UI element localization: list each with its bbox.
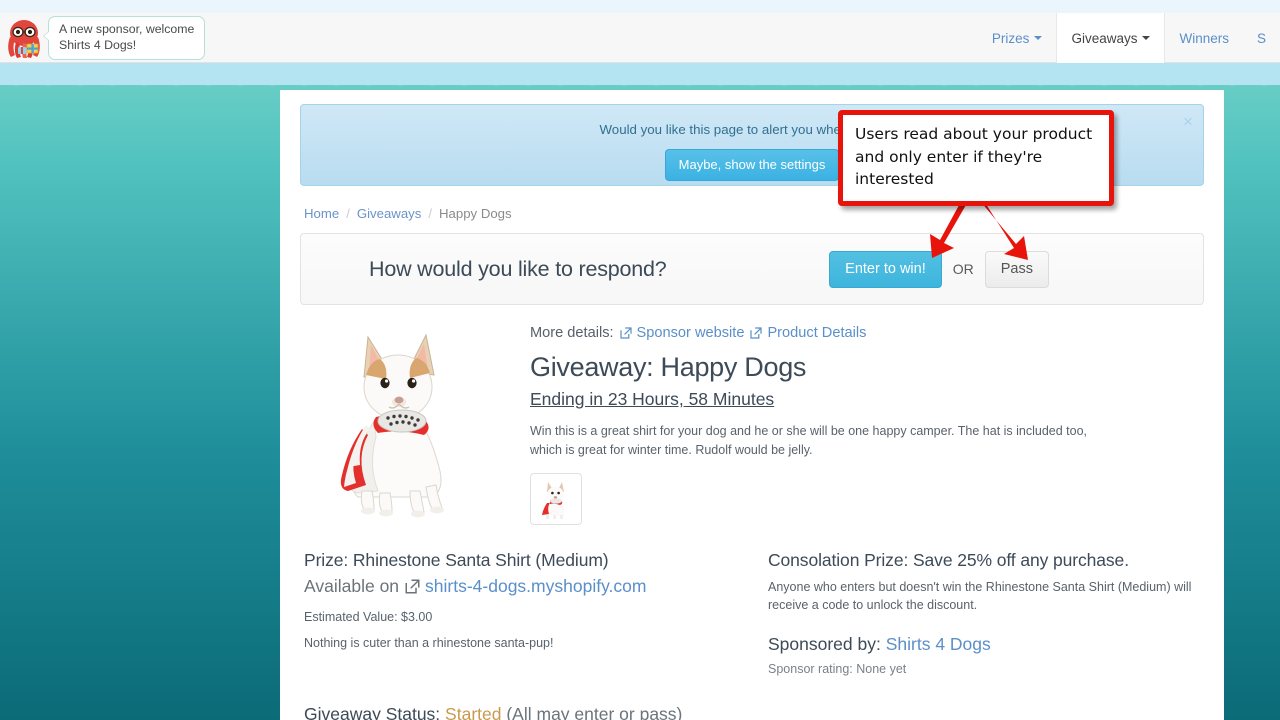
callout-arrows (930, 196, 1028, 260)
nav-item-prizes[interactable]: Prizes (978, 13, 1057, 63)
breadcrumb-item-giveaways[interactable]: Giveaways (357, 206, 422, 221)
navbar-top-strip (0, 0, 1280, 13)
brand-announcement: A new sponsor, welcome Shirts 4 Dogs! (6, 16, 206, 60)
wave-divider (0, 63, 1280, 96)
prize-availability: Available on shirts-4-dogs.myshopify.com (304, 573, 764, 600)
external-link-icon (405, 579, 420, 594)
ending-in-countdown[interactable]: Ending in 23 Hours, 58 Minutes (530, 389, 774, 410)
annotation-callout-text: Users read about your product and only e… (855, 125, 1093, 188)
breadcrumb-item-current: Happy Dogs (439, 206, 512, 221)
sponsor-rating: Sponsor rating: None yet (768, 662, 907, 676)
close-icon[interactable]: × (1183, 113, 1193, 130)
chevron-down-icon (1142, 36, 1151, 40)
giveaway-detail: More details: Sponsor website Product De… (300, 319, 1204, 526)
nav-item-partial-label: S (1256, 30, 1266, 46)
product-details-link[interactable]: Product Details (750, 325, 866, 341)
sponsor-announcement-bubble: A new sponsor, welcome Shirts 4 Dogs! (42, 16, 206, 60)
show-settings-button[interactable]: Maybe, show the settings (664, 149, 840, 181)
sponsored-by-label: Sponsored by: (768, 634, 881, 654)
product-photo-chihuahua (304, 325, 494, 521)
prize-column: Prize: Rhinestone Santa Shirt (Medium) A… (304, 548, 764, 676)
product-thumbnail-image (534, 477, 578, 521)
giveaway-status-row: Giveaway Status: Started (All may enter … (300, 676, 1204, 720)
product-thumbnail[interactable] (530, 473, 582, 525)
breadcrumb-item-home[interactable]: Home (304, 206, 339, 221)
prize-note: Nothing is cuter than a rhinestone santa… (304, 636, 554, 650)
sponsored-by-row: Sponsored by: Shirts 4 Dogs (768, 634, 1204, 655)
announcement-line-1: A new sponsor, welcome (59, 22, 195, 36)
annotation-callout: Users read about your product and only e… (838, 110, 1114, 206)
store-url-link[interactable]: shirts-4-dogs.myshopify.com (405, 573, 646, 600)
status-qualifier: (All may enter or pass) (506, 704, 683, 720)
announcement-line-2: Shirts 4 Dogs! (59, 37, 137, 52)
nav-item-giveaways-label: Giveaways (1071, 30, 1138, 46)
more-details-label: More details: (530, 325, 614, 341)
sponsor-name-link[interactable]: Shirts 4 Dogs (886, 634, 991, 654)
giveaway-image-column (300, 325, 524, 526)
prize-columns: Prize: Rhinestone Santa Shirt (Medium) A… (300, 526, 1204, 676)
nav-item-winners-label: Winners (1179, 30, 1229, 46)
top-navbar: A new sponsor, welcome Shirts 4 Dogs! Pr… (0, 0, 1280, 63)
respond-bar: How would you like to respond? Enter to … (300, 233, 1204, 305)
nav-links: Prizes Giveaways Winners S (978, 13, 1280, 63)
sponsor-website-label: Sponsor website (636, 325, 745, 341)
consolation-heading: Consolation Prize: Save 25% off any purc… (768, 550, 1129, 570)
breadcrumb-separator: / (428, 206, 433, 221)
estimated-value: Estimated Value: $3.00 (304, 610, 433, 624)
nav-item-partial[interactable]: S (1243, 13, 1280, 63)
giveaway-status-label: Giveaway Status: (304, 704, 441, 720)
giveaway-text-column: More details: Sponsor website Product De… (524, 325, 1204, 526)
giveaway-description: Win this is a great shirt for your dog a… (530, 424, 1088, 457)
nav-item-winners[interactable]: Winners (1165, 13, 1243, 63)
external-link-icon (619, 327, 632, 339)
sponsor-website-link[interactable]: Sponsor website (619, 325, 745, 341)
nav-item-prizes-label: Prizes (991, 30, 1030, 46)
available-on-label: Available on (304, 576, 400, 596)
consolation-column: Consolation Prize: Save 25% off any purc… (764, 548, 1204, 676)
octopus-mascot-icon[interactable] (6, 17, 46, 59)
respond-question: How would you like to respond? (369, 256, 667, 281)
prize-heading: Prize: Rhinestone Santa Shirt (Medium) (304, 550, 609, 570)
page-title: Giveaway: Happy Dogs (530, 352, 807, 382)
product-details-label: Product Details (767, 325, 867, 341)
more-details-row: More details: Sponsor website Product De… (530, 325, 1204, 341)
breadcrumb-separator: / (346, 206, 350, 221)
store-url-label: shirts-4-dogs.myshopify.com (425, 576, 647, 596)
chevron-down-icon (1034, 36, 1043, 40)
nav-item-giveaways[interactable]: Giveaways (1056, 13, 1166, 63)
external-link-icon (750, 327, 763, 339)
status-badge: Started (445, 704, 502, 720)
consolation-detail: Anyone who enters but doesn't win the Rh… (768, 580, 1192, 612)
